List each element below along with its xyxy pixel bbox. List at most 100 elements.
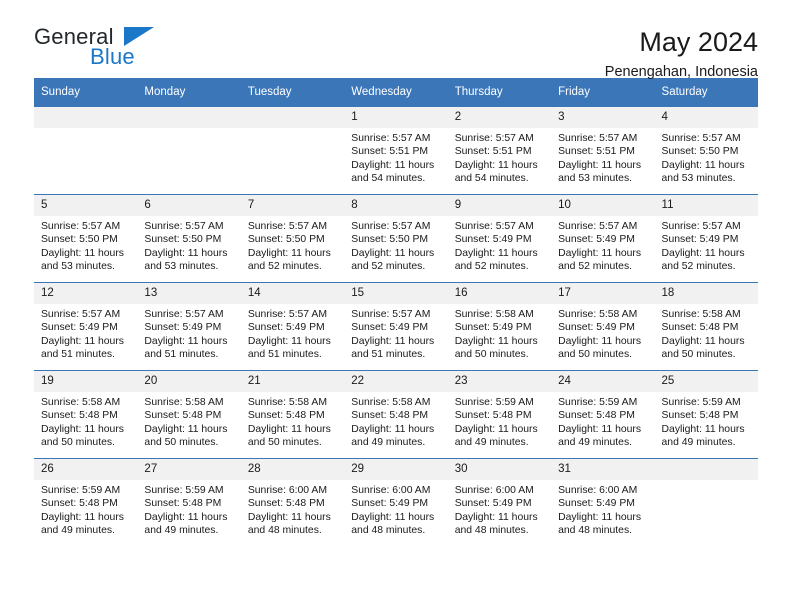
sunset-text: Sunset: 5:49 PM xyxy=(454,498,532,510)
sunrise-text: Sunrise: 5:58 AM xyxy=(41,397,121,408)
calendar-day-cell[interactable]: 8 Sunrise: 5:57 AM Sunset: 5:50 PM Daylight… xyxy=(344,194,448,283)
day-number: 13 xyxy=(137,283,241,304)
calendar-day-cell[interactable]: 29 Sunrise: 6:00 AM Sunset: 5:49 PM Dayligh… xyxy=(344,458,448,547)
day-number: 8 xyxy=(344,195,448,216)
sunrise-text: Sunrise: 5:59 AM xyxy=(558,397,638,408)
day-number: 22 xyxy=(344,371,448,392)
calendar-day-cell[interactable]: 25 Sunrise: 5:59 AM Sunset: 5:48 PM Dayligh… xyxy=(654,370,758,459)
day-details: Sunrise: 5:58 AM Sunset: 5:48 PM Daylight:… xyxy=(137,392,240,449)
daylight-text-line2: and 52 minutes. xyxy=(558,260,633,272)
daylight-text-line2: and 53 minutes. xyxy=(661,172,736,184)
sunset-text: Sunset: 5:49 PM xyxy=(247,322,325,334)
calendar-day-cell[interactable]: 17 Sunrise: 5:58 AM Sunset: 5:49 PM Dayligh… xyxy=(551,282,655,371)
calendar-day-cell[interactable]: 1 Sunrise: 5:57 AM Sunset: 5:51 PM Daylight… xyxy=(344,106,448,195)
calendar-day-cell[interactable]: 4 Sunrise: 5:57 AM Sunset: 5:50 PM Daylight… xyxy=(654,106,758,195)
day-number: 31 xyxy=(551,459,655,480)
calendar-day-cell[interactable]: 23 Sunrise: 5:59 AM Sunset: 5:48 PM Dayligh… xyxy=(447,370,552,459)
day-details: Sunrise: 5:59 AM Sunset: 5:48 PM Daylight:… xyxy=(448,392,551,449)
day-number: 11 xyxy=(654,195,758,216)
calendar-day-cell[interactable]: 21 Sunrise: 5:58 AM Sunset: 5:48 PM Dayligh… xyxy=(240,370,345,459)
calendar-day-cell[interactable]: 16 Sunrise: 5:58 AM Sunset: 5:49 PM Dayligh… xyxy=(447,282,552,371)
sunrise-text: Sunrise: 5:57 AM xyxy=(661,133,741,144)
calendar-day-cell[interactable]: 26 Sunrise: 5:59 AM Sunset: 5:48 PM Dayligh… xyxy=(34,458,138,547)
page-subtitle: Penengahan, Indonesia xyxy=(604,64,758,81)
day-number: 23 xyxy=(447,371,552,392)
calendar-day-cell[interactable]: 12 Sunrise: 5:57 AM Sunset: 5:49 PM Dayligh… xyxy=(34,282,138,371)
day-details: Sunrise: 5:57 AM Sunset: 5:50 PM Daylight:… xyxy=(655,128,758,185)
page-header: General Blue May 2024 Penengahan, Indone… xyxy=(34,0,758,80)
sunset-text: Sunset: 5:51 PM xyxy=(558,146,635,158)
day-details: Sunrise: 5:57 AM Sunset: 5:50 PM Daylight:… xyxy=(344,216,447,273)
day-details: Sunrise: 5:57 AM Sunset: 5:49 PM Daylight:… xyxy=(448,216,551,273)
calendar-day-cell[interactable]: 31 Sunrise: 6:00 AM Sunset: 5:49 PM Dayligh… xyxy=(551,458,655,547)
sunset-text: Sunset: 5:50 PM xyxy=(247,234,325,246)
sunrise-text: Sunrise: 5:59 AM xyxy=(454,397,534,408)
sunset-text: Sunset: 5:48 PM xyxy=(351,410,429,422)
sunset-text: Sunset: 5:49 PM xyxy=(144,322,222,334)
sunrise-text: Sunrise: 5:58 AM xyxy=(247,397,327,408)
sunset-text: Sunset: 5:49 PM xyxy=(558,322,635,334)
day-details: Sunrise: 5:57 AM Sunset: 5:51 PM Daylight:… xyxy=(344,128,447,185)
day-details: Sunrise: 5:57 AM Sunset: 5:49 PM Daylight:… xyxy=(655,216,758,273)
day-details: Sunrise: 6:00 AM Sunset: 5:48 PM Daylight:… xyxy=(241,480,344,537)
sunrise-text: Sunrise: 5:58 AM xyxy=(144,397,224,408)
calendar-day-cell[interactable]: 15 Sunrise: 5:57 AM Sunset: 5:49 PM Dayligh… xyxy=(344,282,448,371)
calendar-day-cell[interactable]: 2 Sunrise: 5:57 AM Sunset: 5:51 PM Daylight… xyxy=(447,106,552,195)
brand-name-blue: Blue xyxy=(90,44,135,69)
calendar-day-cell[interactable]: 28 Sunrise: 6:00 AM Sunset: 5:48 PM Dayligh… xyxy=(240,458,345,547)
daylight-text-line1: Daylight: 11 hours xyxy=(41,511,124,523)
calendar-day-cell[interactable]: 22 Sunrise: 5:58 AM Sunset: 5:48 PM Dayligh… xyxy=(344,370,448,459)
calendar-day-cell[interactable]: 9 Sunrise: 5:57 AM Sunset: 5:49 PM Daylight… xyxy=(447,194,552,283)
daylight-text-line2: and 49 minutes. xyxy=(41,524,115,536)
calendar-day-cell[interactable]: 30 Sunrise: 6:00 AM Sunset: 5:49 PM Dayligh… xyxy=(447,458,552,547)
title-block: May 2024 Penengahan, Indonesia xyxy=(605,26,758,80)
day-details: Sunrise: 5:57 AM Sunset: 5:49 PM Daylight:… xyxy=(241,304,344,361)
calendar-day-cell[interactable]: 14 Sunrise: 5:57 AM Sunset: 5:49 PM Dayligh… xyxy=(240,282,345,371)
sunrise-text: Sunrise: 5:57 AM xyxy=(454,133,534,144)
calendar-body: 1 Sunrise: 5:57 AM Sunset: 5:51 PM Daylight… xyxy=(34,106,758,547)
calendar-day-cell[interactable]: 27 Sunrise: 5:59 AM Sunset: 5:48 PM Dayligh… xyxy=(137,458,241,547)
day-number: 17 xyxy=(551,283,655,304)
brand-logo[interactable]: General Blue xyxy=(34,26,174,74)
day-details: Sunrise: 5:59 AM Sunset: 5:48 PM Daylight:… xyxy=(551,392,654,449)
daylight-text-line2: and 51 minutes. xyxy=(144,348,219,360)
day-number: 25 xyxy=(654,371,758,392)
day-number: 1 xyxy=(344,107,448,128)
calendar-day-cell[interactable]: 7 Sunrise: 5:57 AM Sunset: 5:50 PM Daylight… xyxy=(240,194,345,283)
daylight-text-line1: Daylight: 11 hours xyxy=(454,511,538,523)
calendar-day-cell[interactable]: 10 Sunrise: 5:57 AM Sunset: 5:49 PM Dayligh… xyxy=(551,194,655,283)
daylight-text-line1: Daylight: 11 hours xyxy=(661,423,745,435)
calendar-day-cell[interactable]: 24 Sunrise: 5:59 AM Sunset: 5:48 PM Dayligh… xyxy=(551,370,655,459)
calendar-day-cell[interactable]: 18 Sunrise: 5:58 AM Sunset: 5:48 PM Dayligh… xyxy=(654,282,758,371)
sunrise-text: Sunrise: 5:57 AM xyxy=(351,221,431,232)
daylight-text-line2: and 49 minutes. xyxy=(661,436,736,448)
calendar-day-cell[interactable]: 6 Sunrise: 5:57 AM Sunset: 5:50 PM Daylight… xyxy=(137,194,241,283)
day-details: Sunrise: 5:57 AM Sunset: 5:49 PM Daylight:… xyxy=(34,304,137,361)
sunrise-text: Sunrise: 5:57 AM xyxy=(41,309,121,320)
calendar-day-cell[interactable]: 11 Sunrise: 5:57 AM Sunset: 5:49 PM Dayligh… xyxy=(654,194,758,283)
daylight-text-line1: Daylight: 11 hours xyxy=(351,335,435,347)
daylight-text-line2: and 52 minutes. xyxy=(351,260,426,272)
day-number: 2 xyxy=(447,107,552,128)
day-details: Sunrise: 5:57 AM Sunset: 5:49 PM Daylight:… xyxy=(137,304,240,361)
calendar-day-cell[interactable]: 13 Sunrise: 5:57 AM Sunset: 5:49 PM Dayligh… xyxy=(137,282,241,371)
daylight-text-line1: Daylight: 11 hours xyxy=(247,511,331,523)
calendar-day-cell[interactable]: 5 Sunrise: 5:57 AM Sunset: 5:50 PM Daylight… xyxy=(34,194,138,283)
calendar-day-cell[interactable]: 3 Sunrise: 5:57 AM Sunset: 5:51 PM Daylight… xyxy=(551,106,655,195)
calendar-day-cell[interactable]: 20 Sunrise: 5:58 AM Sunset: 5:48 PM Dayligh… xyxy=(137,370,241,459)
daylight-text-line2: and 51 minutes. xyxy=(351,348,426,360)
daylight-text-line1: Daylight: 11 hours xyxy=(454,423,538,435)
sunset-text: Sunset: 5:48 PM xyxy=(454,410,532,422)
page-title: May 2024 xyxy=(639,27,758,57)
calendar-table: Sunday Monday Tuesday Wednesday Thursday… xyxy=(34,78,758,547)
daylight-text-line1: Daylight: 11 hours xyxy=(41,335,124,347)
day-details: Sunrise: 5:57 AM Sunset: 5:50 PM Daylight:… xyxy=(137,216,240,273)
daylight-text-line1: Daylight: 11 hours xyxy=(661,247,745,259)
calendar-day-cell[interactable]: 19 Sunrise: 5:58 AM Sunset: 5:48 PM Dayligh… xyxy=(34,370,138,459)
daylight-text-line2: and 49 minutes. xyxy=(351,436,426,448)
sunrise-text: Sunrise: 5:57 AM xyxy=(558,133,638,144)
daylight-text-line1: Daylight: 11 hours xyxy=(454,247,538,259)
sunrise-text: Sunrise: 5:57 AM xyxy=(558,221,638,232)
daylight-text-line1: Daylight: 11 hours xyxy=(351,159,435,171)
day-details: Sunrise: 5:58 AM Sunset: 5:48 PM Daylight:… xyxy=(344,392,447,449)
